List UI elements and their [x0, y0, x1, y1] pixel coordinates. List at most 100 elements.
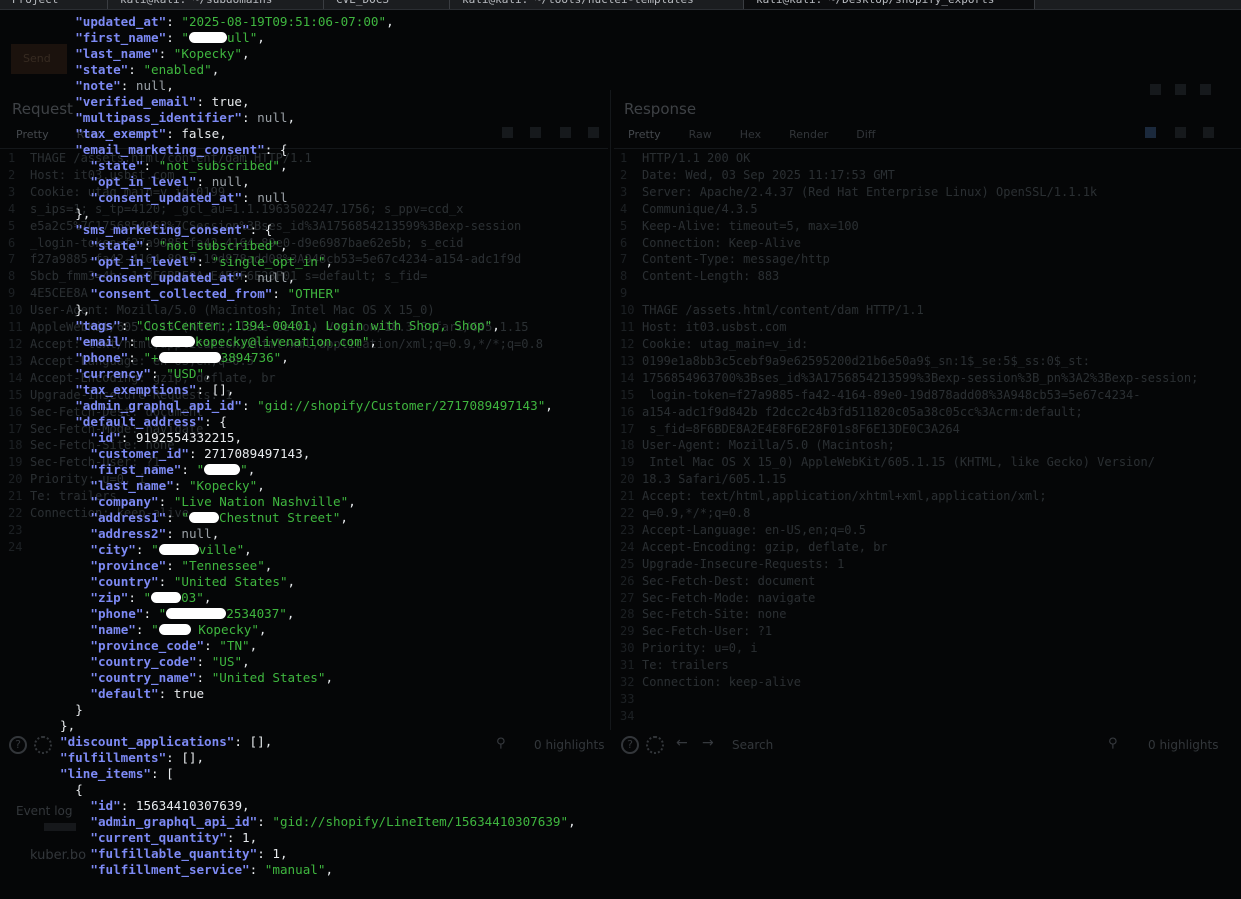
json-punct: : 1,	[257, 846, 288, 861]
json-string: "	[240, 462, 248, 477]
json-line: "customer_id": 2717089497143,	[90, 446, 310, 462]
json-line: "default": true	[90, 686, 204, 702]
json-punct: ,	[257, 30, 265, 45]
json-line: "opt_in_level": "single_opt_in",	[90, 254, 333, 270]
redaction-mark	[188, 32, 227, 43]
json-line: "state": "enabled",	[75, 62, 219, 78]
json-line: "fulfillable_quantity": 1,	[90, 846, 287, 862]
json-punct: ,	[568, 814, 576, 829]
json-string: "not_subscribed"	[158, 158, 280, 173]
json-key: "admin_graphql_api_id"	[75, 398, 242, 413]
json-line: "line_items": [	[60, 766, 174, 782]
json-punct: ,	[386, 14, 394, 29]
json-key: "last_name"	[90, 478, 174, 493]
json-punct: : [],	[166, 750, 205, 765]
json-punct: :	[196, 654, 212, 669]
json-line: "fulfillment_service": "manual",	[90, 862, 333, 878]
json-punct: :	[135, 622, 152, 637]
json-punct: ,	[258, 622, 267, 637]
json-key: "consent_updated_at"	[90, 270, 243, 285]
json-key: "country"	[90, 574, 159, 589]
json-key: "opt_in_level"	[90, 254, 197, 269]
redaction-mark	[151, 336, 196, 347]
json-key: "phone"	[90, 606, 144, 621]
json-key: "email_marketing_consent"	[75, 142, 265, 157]
json-line: },	[60, 718, 75, 734]
json-line: "fulfillments": [],	[60, 750, 204, 766]
json-punct: ,	[369, 334, 378, 349]
json-punct: ,	[204, 366, 212, 381]
json-punct: : false,	[166, 126, 227, 141]
json-key: "name"	[90, 622, 136, 637]
json-punct: : {	[249, 222, 273, 237]
json-key: "last_name"	[75, 46, 159, 61]
json-punct: :	[128, 62, 144, 77]
json-punct: ,	[492, 318, 500, 333]
json-key: "first_name"	[75, 30, 167, 45]
json-key: "province"	[90, 558, 167, 573]
json-punct: : [],	[196, 382, 235, 397]
json-punct: :	[242, 270, 258, 285]
json-line: "country_code": "US",	[90, 654, 249, 670]
json-string: 3894736"	[220, 350, 282, 365]
json-string: "CostCenter::1394-00401, Login with Shop…	[135, 318, 493, 333]
json-punct: :	[181, 462, 197, 477]
json-punct: ,	[242, 46, 250, 61]
json-punct: ,	[244, 542, 252, 557]
json-line: "discount_applications": [],	[60, 734, 272, 750]
json-punct: }	[75, 702, 83, 717]
json-key: "verified_email"	[75, 94, 197, 109]
json-string: "single_opt_in"	[211, 254, 326, 269]
redaction-mark	[204, 464, 241, 475]
json-null: null	[181, 526, 212, 541]
json-key: "customer_id"	[90, 446, 189, 461]
json-key: "country_name"	[90, 670, 197, 685]
json-line: "note": null,	[75, 78, 174, 94]
json-string: ville"	[198, 542, 245, 557]
json-string: "	[151, 622, 159, 637]
json-punct: : 9192554332215,	[120, 430, 243, 445]
json-line: {	[75, 782, 83, 798]
json-key: "country_code"	[90, 654, 197, 669]
json-punct: ,	[286, 606, 295, 621]
json-line: "id": 15634410307639,	[90, 798, 249, 814]
json-punct: :	[173, 478, 189, 493]
json-punct: : true	[158, 686, 205, 701]
json-null: null	[135, 78, 167, 93]
json-line: "opt_in_level": null,	[90, 174, 249, 190]
json-line: "id": 9192554332215,	[90, 430, 242, 446]
json-line: "sms_marketing_consent": {	[75, 222, 272, 238]
json-punct: ,	[211, 62, 220, 77]
json-string: "not_subscribed"	[158, 238, 280, 253]
json-line: "address2": null,	[90, 526, 219, 542]
json-punct: :	[166, 558, 182, 573]
redaction-mark	[158, 624, 191, 635]
json-key: "fulfillments"	[60, 750, 167, 765]
json-key: "consent_updated_at"	[90, 190, 243, 205]
json-string: "	[151, 542, 159, 557]
json-punct: :	[143, 238, 159, 253]
redaction-mark	[166, 608, 227, 619]
json-key: "opt_in_level"	[90, 174, 197, 189]
json-key: "email"	[75, 334, 129, 349]
json-key: "state"	[90, 238, 144, 253]
json-null: null	[257, 270, 288, 285]
json-punct: : 1,	[226, 830, 258, 845]
json-string: "+	[143, 350, 159, 365]
json-string: "manual"	[264, 862, 326, 877]
redaction-mark	[151, 592, 182, 603]
json-key: "id"	[90, 798, 121, 813]
json-punct: ,	[242, 174, 250, 189]
terminal-output: "updated_at": "2025-08-19T09:51:06-07:00…	[0, 0, 1241, 899]
json-string: "Kopecky"	[173, 46, 243, 61]
json-string: "gid://shopify/Customer/2717089497143"	[257, 398, 546, 413]
json-punct: :	[242, 110, 258, 125]
json-punct: :	[242, 190, 258, 205]
json-punct: :	[204, 638, 220, 653]
json-string: "gid://shopify/LineItem/15634410307639"	[272, 814, 569, 829]
json-line: "tags": "CostCenter::1394-00401, Login w…	[75, 318, 500, 334]
json-punct: : [],	[234, 734, 273, 749]
json-punct: : {	[264, 142, 288, 157]
json-punct: ,	[348, 494, 356, 509]
json-punct: ,	[281, 350, 289, 365]
